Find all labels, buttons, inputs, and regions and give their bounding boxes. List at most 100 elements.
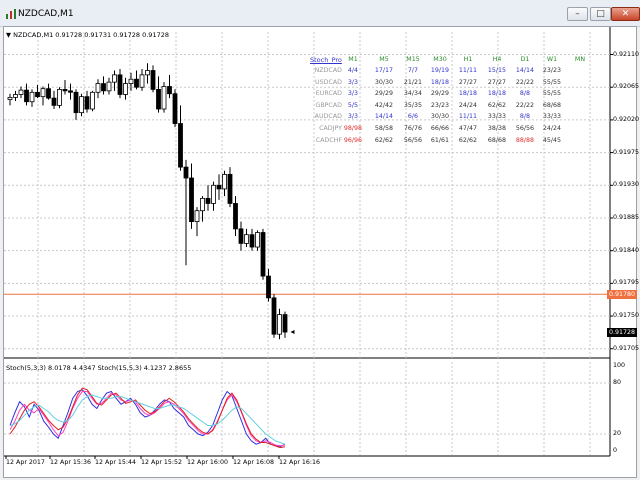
table-cell: 11/11	[458, 67, 478, 74]
candle-bear	[205, 197, 211, 204]
candle-bull	[211, 184, 216, 204]
chart-header: ▼ NZDCAD,M1 0.91728 0.91731 0.91728 0.91…	[6, 31, 169, 39]
candle-bear	[101, 83, 106, 92]
candle-bear	[227, 173, 233, 204]
table-row-name: CADCHF	[315, 136, 342, 144]
ask-price-label: 0.91780	[607, 289, 637, 299]
table-cell: 45/45	[542, 136, 562, 144]
candle-bull	[13, 94, 18, 98]
table-cell: 33/33	[487, 113, 507, 121]
table-cell: 15/15	[487, 67, 507, 74]
price-tick-label: 0.91840	[613, 246, 640, 254]
stoch-tick-label: 0	[613, 447, 618, 454]
table-cell: 6/6	[407, 113, 419, 121]
table-cell: 42/42	[374, 101, 394, 109]
candle-bull	[161, 86, 167, 110]
candle-bull	[112, 74, 117, 83]
candle-bull	[255, 232, 260, 248]
price-tick-label: 0.91795	[613, 279, 640, 287]
price-tick-label: 0.92065	[613, 83, 640, 91]
table-cell: 30/30	[374, 78, 394, 86]
candle-bear	[271, 297, 277, 335]
candle-bear	[216, 184, 222, 190]
table-cell: 24/24	[458, 101, 478, 109]
candle-bull	[57, 88, 62, 106]
candle-bull	[90, 91, 95, 110]
table-cell: 22/22	[515, 101, 535, 109]
candle-bear	[233, 203, 238, 230]
candle-bull	[79, 96, 84, 114]
table-cell: 68/68	[542, 101, 562, 109]
table-cell: 24/24	[542, 125, 562, 132]
table-cell: 22/22	[515, 78, 535, 86]
table-cell: 98/98	[343, 125, 363, 132]
table-cell: 3/3	[347, 90, 359, 98]
chart-header-text: NZDCAD,M1 0.91728 0.91731 0.91728 0.9172…	[13, 31, 169, 39]
candle-bear	[167, 86, 172, 95]
candle-bull	[106, 81, 112, 92]
table-cell: 62/62	[487, 101, 507, 109]
price-tick-label: 0.92110	[613, 50, 640, 58]
table-cell: 34/34	[403, 90, 423, 98]
table-cell: 66/66	[430, 125, 450, 132]
time-label: 12 Apr 16:00	[187, 459, 229, 466]
candle-bear	[183, 166, 189, 179]
table-column-header: MN	[574, 56, 586, 63]
table-cell: 14/14	[515, 67, 535, 74]
candle-bear	[189, 177, 194, 223]
candle-bull	[194, 210, 200, 223]
candle-bull	[7, 96, 13, 100]
table-cell: 18/18	[458, 90, 478, 98]
time-label: 12 Apr 15:44	[95, 459, 137, 466]
candle-bear	[117, 74, 123, 95]
candle-bull	[145, 70, 150, 76]
table-cell: 62/62	[374, 136, 394, 144]
table-cell: 29/29	[374, 90, 394, 98]
stoch-tick-label: 20	[613, 430, 622, 437]
table-cell: 4/4	[347, 67, 359, 74]
candle-bull	[18, 89, 24, 95]
table-cell: 55/55	[542, 90, 562, 98]
time-label: 12 Apr 16:08	[233, 459, 275, 466]
candle-bear	[35, 91, 40, 98]
table-column-header: W1	[546, 56, 558, 63]
table-cell: 38/38	[487, 125, 507, 132]
table-column-header: M5	[379, 56, 389, 63]
table-column-header: D1	[520, 56, 530, 63]
time-label: 12 Apr 15:36	[50, 459, 92, 466]
table-cell: 33/33	[542, 113, 562, 121]
candle-bear	[238, 228, 244, 244]
candle-bear	[266, 275, 271, 299]
candle-bull	[244, 234, 249, 244]
candle-bear	[24, 89, 29, 103]
table-cell: 47/47	[458, 125, 478, 132]
table-column-header: H1	[463, 56, 473, 63]
dropdown-triangle-icon[interactable]: ▼	[6, 31, 11, 39]
table-cell: 18/18	[487, 90, 507, 98]
candle-bull	[95, 83, 101, 93]
candle-bear	[134, 78, 139, 88]
time-label: 12 Apr 16:16	[279, 459, 321, 466]
price-tick-label: 0.92020	[613, 115, 640, 123]
candle-bull	[40, 88, 46, 98]
current-price-label: 0.91728	[607, 327, 637, 337]
table-row-name: USDCAD	[314, 78, 342, 86]
table-row-name: EURCAD	[315, 90, 342, 98]
table-cell: 7/7	[407, 67, 419, 74]
stoch-line	[9, 391, 286, 447]
time-label: 12 Apr 15:52	[141, 459, 183, 466]
price-tick-label: 0.91930	[613, 181, 640, 189]
candle-bear	[73, 91, 79, 114]
table-row-name: GBPCAD	[315, 101, 342, 109]
candle-bull	[29, 91, 35, 103]
table-cell: 56/56	[403, 136, 423, 144]
table-column-header: H4	[492, 56, 502, 63]
candle-bear	[84, 96, 90, 110]
candle-bull	[200, 197, 205, 212]
table-column-header: M1	[348, 56, 358, 63]
table-column-header: M15	[406, 56, 420, 63]
table-cell: 19/19	[430, 67, 450, 74]
candle-bear	[178, 123, 183, 168]
table-cell: 30/30	[430, 113, 450, 121]
table-cell: 61/61	[430, 136, 450, 144]
